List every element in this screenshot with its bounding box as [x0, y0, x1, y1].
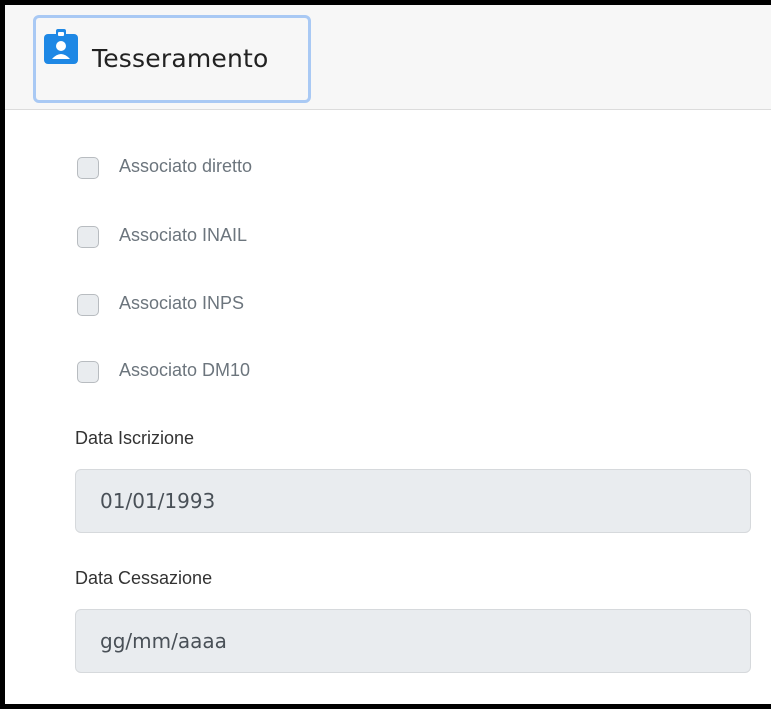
- tab-label: Tesseramento: [92, 44, 269, 73]
- data-cessazione-label: Data Cessazione: [75, 568, 213, 588]
- id-badge-icon: [44, 29, 78, 64]
- checkbox-box[interactable]: [77, 361, 99, 383]
- window-frame: Tesseramento Associato diretto Associato…: [0, 0, 771, 709]
- tab-tesseramento[interactable]: Tesseramento: [33, 15, 311, 103]
- checkbox-label: Associato diretto: [119, 156, 253, 176]
- data-iscrizione-value: 01/01/1993: [100, 489, 216, 513]
- checkbox-box[interactable]: [77, 294, 99, 316]
- data-iscrizione-field[interactable]: 01/01/1993: [75, 469, 751, 533]
- checkbox-label: Associato DM10: [119, 360, 251, 380]
- checkbox-label: Associato INPS: [119, 293, 245, 313]
- data-cessazione-field[interactable]: gg/mm/aaaa: [75, 609, 751, 673]
- panel-header: Tesseramento: [5, 5, 771, 110]
- checkbox-box[interactable]: [77, 157, 99, 179]
- tesseramento-panel: Tesseramento Associato diretto Associato…: [5, 5, 771, 704]
- checkbox-box[interactable]: [77, 226, 99, 248]
- data-iscrizione-label: Data Iscrizione: [75, 428, 195, 448]
- checkbox-label: Associato INAIL: [119, 225, 248, 245]
- data-cessazione-placeholder: gg/mm/aaaa: [100, 629, 227, 653]
